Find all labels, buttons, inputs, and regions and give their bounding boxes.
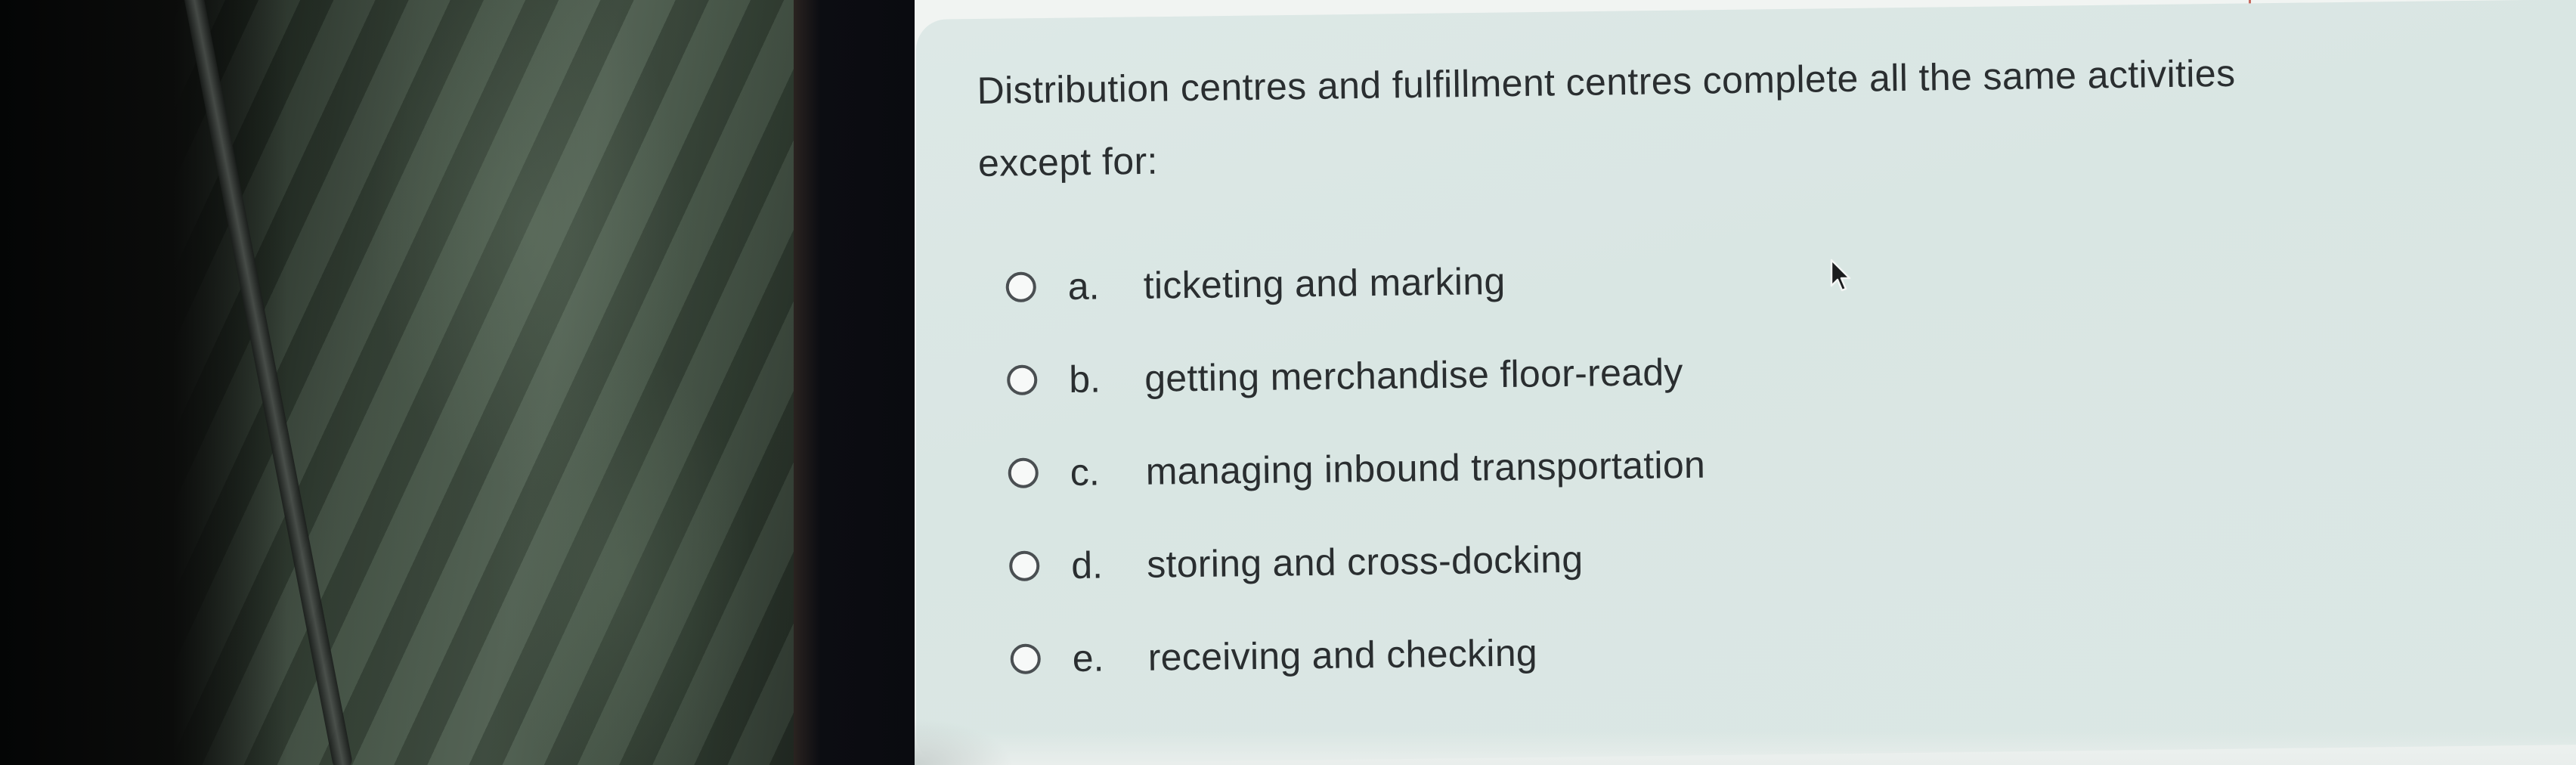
- radio-unchecked-icon[interactable]: [1009, 550, 1040, 581]
- option-c[interactable]: c. managing inbound transportation: [1008, 410, 2369, 519]
- option-text[interactable]: ticketing and marking: [1143, 259, 1505, 307]
- option-d[interactable]: d. storing and cross-docking: [1009, 503, 2370, 612]
- radio-unchecked-icon[interactable]: [1008, 457, 1039, 488]
- option-a[interactable]: a. ticketing and marking: [1005, 224, 2367, 333]
- radio-unchecked-icon[interactable]: [1007, 364, 1038, 395]
- option-text[interactable]: getting merchandise floor-ready: [1144, 350, 1683, 401]
- photo-scene: Distribution centres and fulfillment cen…: [0, 0, 2576, 765]
- laptop-bezel: [794, 0, 915, 765]
- mouse-pointer-icon: [1830, 259, 1851, 292]
- option-letter: e.: [1072, 636, 1104, 680]
- option-e[interactable]: e. receiving and checking: [1010, 596, 2371, 705]
- option-letter: b.: [1068, 357, 1101, 401]
- option-text[interactable]: receiving and checking: [1147, 630, 1537, 679]
- option-text[interactable]: managing inbound transportation: [1145, 442, 1705, 493]
- question-text: Distribution centres and fulfillment cen…: [977, 33, 2528, 200]
- radio-unchecked-icon[interactable]: [1010, 643, 1042, 674]
- bottom-corner-shadow: [915, 718, 1013, 765]
- option-letter: a.: [1067, 264, 1100, 308]
- dark-shadow: [0, 0, 287, 765]
- option-b[interactable]: b. getting merchandise floor-ready: [1007, 317, 2368, 426]
- radio-unchecked-icon[interactable]: [1005, 271, 1036, 302]
- option-letter: c.: [1070, 451, 1100, 494]
- option-letter: d.: [1070, 543, 1104, 587]
- screen-bottom-edge: [915, 732, 2576, 765]
- option-text[interactable]: storing and cross-docking: [1147, 537, 1584, 586]
- answer-options: a. ticketing and marking b. getting merc…: [1005, 224, 2371, 705]
